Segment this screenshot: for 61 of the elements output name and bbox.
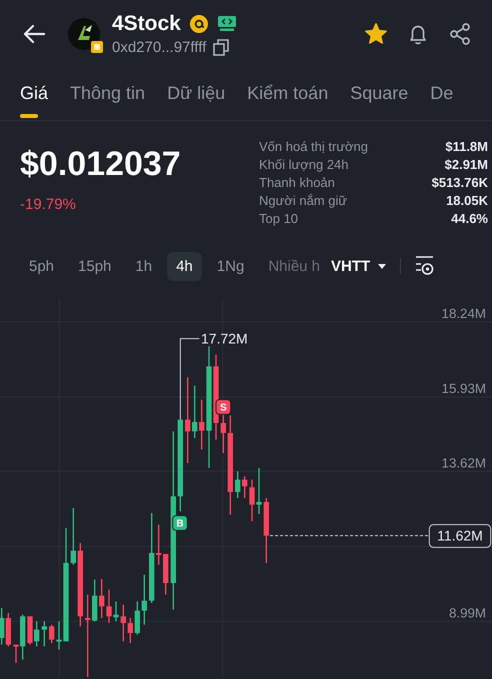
stat-value: $513.76K (432, 175, 488, 190)
candle (156, 524, 162, 565)
trade-marker-letter: B (176, 518, 184, 530)
price-axis-label: 18.24M (442, 306, 486, 321)
tab[interactable]: De (430, 68, 454, 120)
code-tag-icon (216, 16, 237, 32)
tab[interactable]: Square (350, 68, 408, 120)
contract-address: 0xd270...97ffff (112, 39, 206, 56)
candle (128, 618, 133, 643)
candle (163, 554, 168, 595)
chart-type-dropdown[interactable]: VHTT (331, 258, 386, 274)
star-icon[interactable] (364, 22, 388, 46)
interval-tab[interactable]: 5ph (20, 252, 64, 280)
candle (49, 624, 54, 643)
stat-value: $11.8M (444, 139, 488, 154)
candle (42, 621, 47, 646)
stat-value: 18.05K (445, 193, 488, 208)
current-price: $0.012037 (20, 145, 182, 184)
tab[interactable]: Kiểm toán (247, 68, 328, 120)
tab[interactable]: Thông tin (70, 68, 146, 120)
candle (142, 574, 147, 625)
share-icon[interactable] (448, 22, 472, 46)
interval-tab[interactable]: Nhiều h (259, 252, 330, 280)
price-axis-label: 15.93M (442, 381, 486, 396)
interval-tab[interactable]: 1Ng (208, 252, 254, 280)
tab[interactable]: Dữ liệu (167, 68, 226, 120)
price-axis-label: 8.99M (448, 605, 486, 620)
candle (99, 579, 104, 618)
stat-label: Top 10 (259, 211, 300, 226)
high-price-label: 17.72M (201, 330, 248, 346)
interval-tab[interactable]: 4h (167, 252, 202, 280)
interval-tab[interactable]: 1h (126, 252, 162, 280)
candle (92, 580, 98, 622)
copy-icon[interactable] (213, 39, 230, 56)
current-price-tag: 11.62M (428, 524, 492, 548)
candle (70, 508, 76, 565)
stat-value: 44.6% (450, 211, 488, 226)
candle (134, 601, 140, 635)
candle (120, 604, 126, 642)
candle (192, 386, 198, 438)
price-change: -19.79% (20, 196, 77, 213)
stat-label: Khối lượng 24h (259, 157, 350, 172)
candle (220, 413, 226, 453)
price-axis-label: 13.62M (442, 455, 486, 470)
candle (242, 476, 248, 498)
stat-label: Người nắm giữ (259, 193, 348, 208)
candle (235, 471, 240, 498)
tab[interactable]: Giá (20, 68, 48, 120)
caret-icon (378, 264, 386, 268)
token-name: 4Stock (112, 12, 181, 36)
trade-marker-letter: S (220, 402, 227, 414)
stat-label: Vốn hoá thị trường (259, 139, 370, 154)
stat-value: $2.91M (444, 157, 488, 172)
chart-settings-icon[interactable] (413, 255, 436, 277)
candle (264, 498, 269, 563)
at-sign-icon (188, 14, 209, 34)
candle (199, 400, 204, 450)
token-logo-icon (68, 18, 104, 54)
interval-tab[interactable]: 15ph (69, 252, 120, 280)
back-icon[interactable] (22, 24, 46, 44)
stat-label: Thanh khoản (259, 175, 336, 190)
